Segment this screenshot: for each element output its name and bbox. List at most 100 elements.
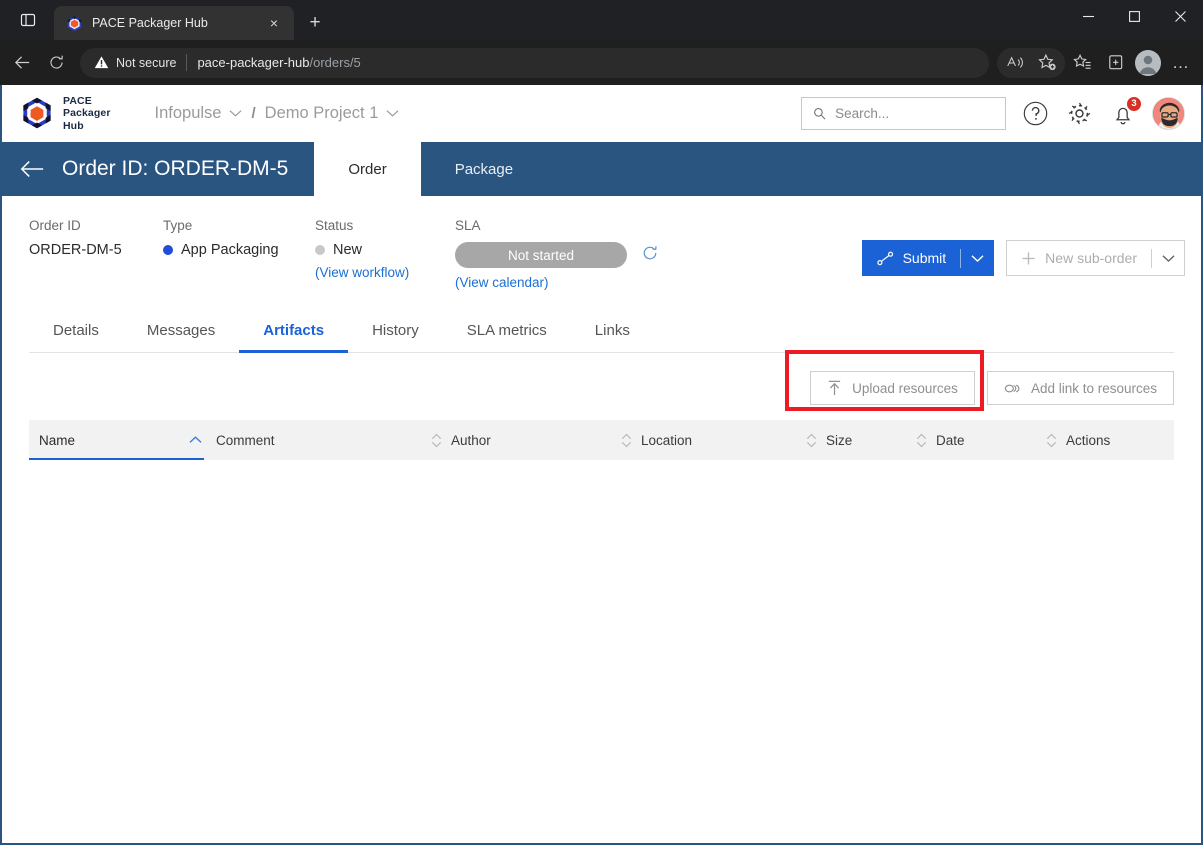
help-button[interactable]	[1020, 99, 1050, 129]
omnibox-divider	[186, 54, 188, 71]
plus-icon	[1022, 252, 1035, 264]
tab-details[interactable]: Details	[29, 312, 123, 353]
column-header-actions[interactable]: Actions	[1044, 420, 1164, 460]
new-suborder-button-label: New sub-order	[1045, 250, 1137, 266]
order-navigation-bar: Order ID: ORDER-DM-5 Order Package	[2, 142, 1201, 196]
pace-packager-hub-logo	[23, 98, 51, 129]
submit-button[interactable]: Submit	[861, 240, 995, 276]
tab-package[interactable]: Package	[421, 142, 547, 196]
summary-value-status: New	[315, 242, 455, 258]
security-label: Not secure	[116, 55, 177, 70]
add-link-to-resources-label: Add link to resources	[1030, 380, 1157, 396]
column-header-comment[interactable]: Comment	[214, 420, 429, 460]
new-suborder-button-main[interactable]: New sub-order	[1007, 241, 1151, 275]
toolbar-right-icons: …	[997, 47, 1197, 79]
browser-tab[interactable]: PACE Packager Hub ×	[54, 6, 294, 40]
sort-toggle-icon	[1046, 433, 1057, 448]
page-title: Order ID: ORDER-DM-5	[62, 157, 289, 180]
browser-more-icon[interactable]: …	[1165, 47, 1197, 79]
notifications-button[interactable]: 3	[1108, 95, 1142, 129]
column-header-size-label: Size	[826, 432, 853, 448]
security-indicator[interactable]: Not secure	[94, 55, 176, 70]
summary-field-sla: SLA Not started (View calendar)	[455, 218, 659, 290]
new-tab-button[interactable]: +	[300, 8, 330, 38]
address-bar-url[interactable]: pace-packager-hub/orders/5	[197, 55, 360, 70]
column-header-location-label: Location	[641, 432, 693, 448]
warning-triangle-icon	[94, 56, 109, 69]
app-logo[interactable]: PACE Packager Hub	[20, 95, 111, 132]
upload-resources-button[interactable]: Upload resources	[810, 371, 975, 405]
breadcrumb-item-organization[interactable]: Infopulse	[155, 104, 243, 123]
add-favorite-icon[interactable]	[1031, 47, 1063, 79]
summary-field-order-id: Order ID ORDER-DM-5	[29, 218, 163, 258]
new-suborder-button[interactable]: New sub-order	[1006, 240, 1185, 276]
breadcrumb: Infopulse / Demo Project 1	[155, 104, 400, 123]
column-header-name[interactable]: Name	[29, 420, 214, 460]
column-header-author[interactable]: Author	[429, 420, 619, 460]
sla-refresh-button[interactable]	[641, 244, 659, 267]
app-brand-text: PACE Packager Hub	[63, 95, 111, 132]
window-close-icon[interactable]	[1157, 0, 1203, 33]
sort-ascending-icon	[189, 436, 202, 444]
browser-back-icon[interactable]	[6, 47, 38, 79]
browser-toolbar: Not secure pace-packager-hub/orders/5 …	[0, 40, 1203, 85]
help-question-icon	[1023, 101, 1047, 126]
column-header-location[interactable]: Location	[619, 420, 804, 460]
search-icon	[814, 108, 826, 120]
browser-window: PACE Packager Hub × + Not secure pace-pa…	[0, 0, 1203, 845]
tab-order[interactable]: Order	[314, 142, 421, 196]
column-header-date[interactable]: Date	[914, 420, 1044, 460]
settings-button[interactable]	[1064, 99, 1094, 129]
summary-label-order-id: Order ID	[29, 218, 81, 233]
user-avatar	[1153, 98, 1184, 129]
window-maximize-icon[interactable]	[1111, 0, 1157, 33]
browser-profile-icon[interactable]	[1132, 47, 1164, 79]
brand-line-2: Packager	[63, 107, 111, 120]
brand-line-1: PACE	[63, 95, 92, 108]
tab-artifacts[interactable]: Artifacts	[239, 312, 349, 353]
profile-avatar-icon	[1135, 49, 1161, 76]
tab-sla-metrics[interactable]: SLA metrics	[443, 312, 571, 353]
app-header: PACE Packager Hub Infopulse / Demo Proje…	[2, 85, 1201, 142]
tab-actions-icon[interactable]	[8, 0, 48, 40]
submit-button-main[interactable]: Submit	[863, 241, 961, 275]
tab-history[interactable]: History	[348, 312, 443, 353]
order-back-button[interactable]	[2, 142, 62, 196]
summary-label-type: Type	[163, 218, 193, 233]
search-input[interactable]	[835, 106, 994, 121]
url-host: pace-packager-hub	[197, 55, 310, 70]
breadcrumb-item-project[interactable]: Demo Project 1	[265, 104, 400, 123]
notification-badge: 3	[1126, 95, 1142, 112]
tab-links[interactable]: Links	[571, 312, 654, 353]
upload-icon	[829, 380, 841, 396]
window-minimize-icon[interactable]	[1065, 0, 1111, 33]
tab-close-icon[interactable]: ×	[264, 13, 284, 33]
view-workflow-link[interactable]: (View workflow)	[315, 265, 455, 280]
sort-toggle-icon	[621, 433, 632, 448]
type-status-dot	[163, 245, 173, 255]
summary-field-status: Status New (View workflow)	[315, 218, 455, 280]
summary-value-type-text: App Packaging	[181, 242, 279, 258]
favorites-list-icon[interactable]	[1066, 47, 1098, 79]
tab-messages[interactable]: Messages	[123, 312, 239, 353]
add-link-to-resources-button[interactable]: Add link to resources	[986, 371, 1174, 405]
summary-value-type: App Packaging	[163, 242, 315, 258]
column-header-size[interactable]: Size	[804, 420, 914, 460]
browser-titlebar: PACE Packager Hub × +	[0, 0, 1203, 40]
sort-toggle-icon	[916, 433, 927, 448]
address-bar[interactable]: Not secure pace-packager-hub/orders/5	[80, 47, 989, 78]
upload-resources-label: Upload resources	[852, 380, 958, 396]
column-header-comment-label: Comment	[216, 432, 275, 448]
avatar[interactable]	[1152, 97, 1185, 130]
chevron-down-icon	[1161, 254, 1175, 262]
collections-icon[interactable]	[1099, 47, 1131, 79]
submit-dropdown-toggle[interactable]	[961, 241, 993, 275]
search-box[interactable]	[801, 97, 1006, 130]
new-suborder-dropdown-toggle[interactable]	[1152, 241, 1184, 275]
read-aloud-icon[interactable]	[999, 47, 1031, 79]
view-calendar-link[interactable]: (View calendar)	[455, 275, 659, 290]
summary-value-order-id: ORDER-DM-5	[29, 242, 122, 258]
browser-reload-icon[interactable]	[40, 47, 72, 79]
summary-label-status: Status	[315, 218, 354, 233]
column-header-actions-label: Actions	[1066, 432, 1111, 448]
